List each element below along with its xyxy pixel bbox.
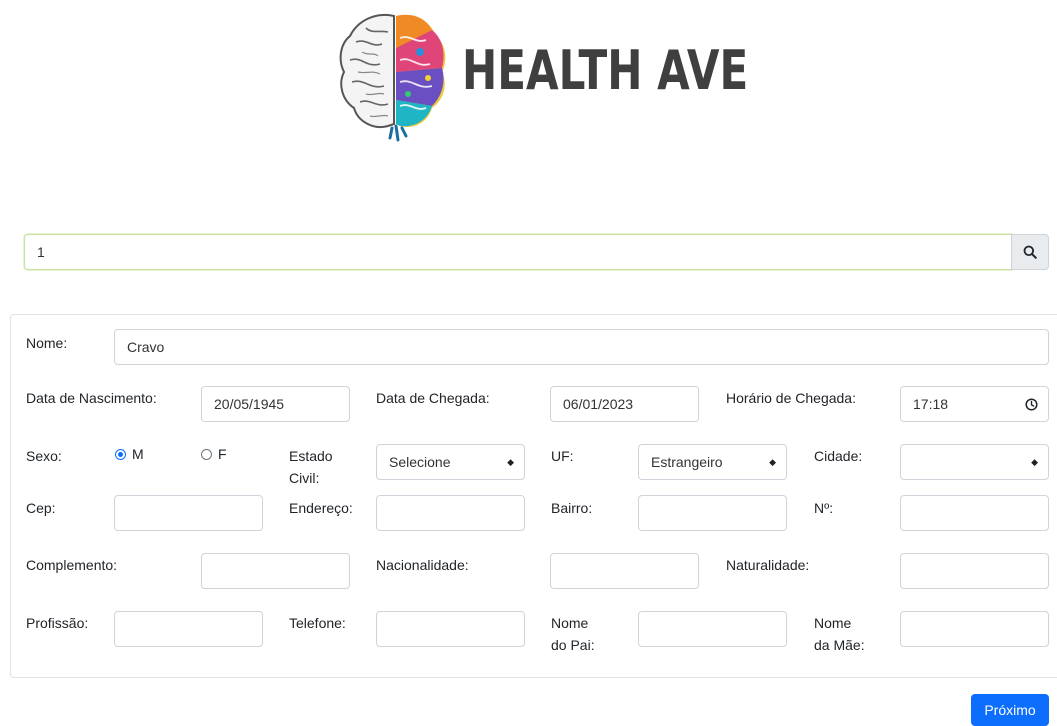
select-caret-icon: ◆ bbox=[1031, 456, 1038, 467]
horario-chegada-value: 17:18 bbox=[913, 396, 949, 412]
sexo-option-m-label: M bbox=[132, 446, 144, 462]
nome-pai-label-line2: do Pai: bbox=[551, 637, 595, 653]
nome-pai-label-line1: Nome bbox=[551, 615, 589, 631]
data-chegada-value: 06/01/2023 bbox=[563, 396, 634, 412]
estado-civil-label-line1: Estado bbox=[289, 448, 333, 464]
brand-logo: HEALTH AVE bbox=[336, 8, 749, 148]
cep-field[interactable] bbox=[114, 495, 263, 531]
bairro-label: Bairro: bbox=[551, 500, 593, 516]
select-caret-icon: ◆ bbox=[507, 456, 514, 467]
complemento-field[interactable] bbox=[201, 553, 350, 589]
data-chegada-field[interactable]: 06/01/2023 bbox=[550, 386, 699, 422]
estado-civil-label: Estado Civil: bbox=[289, 445, 333, 489]
data-nascimento-field[interactable]: 20/05/1945 bbox=[201, 386, 350, 422]
sexo-label: Sexo: bbox=[26, 448, 62, 464]
nome-mae-label: Nome da Mãe: bbox=[814, 612, 865, 656]
bairro-field[interactable] bbox=[638, 495, 787, 531]
brain-logo-icon bbox=[339, 14, 446, 142]
search-input[interactable] bbox=[24, 234, 1012, 270]
search-button[interactable] bbox=[1011, 234, 1049, 270]
uf-select[interactable]: Estrangeiro ◆ bbox=[638, 444, 787, 480]
horario-chegada-label: Horário de Chegada: bbox=[726, 390, 856, 406]
data-nascimento-label: Data de Nascimento: bbox=[26, 390, 157, 406]
clock-icon[interactable] bbox=[1025, 397, 1038, 411]
profissao-label: Profissão: bbox=[26, 615, 89, 631]
endereco-label: Endereço: bbox=[289, 500, 353, 516]
sexo-option-f[interactable]: F bbox=[201, 446, 227, 462]
horario-chegada-field[interactable]: 17:18 bbox=[900, 386, 1049, 422]
nome-value: Cravo bbox=[127, 339, 165, 355]
radio-f-icon[interactable] bbox=[201, 448, 212, 460]
data-chegada-label: Data de Chegada: bbox=[376, 390, 490, 406]
nome-mae-label-line2: da Mãe: bbox=[814, 637, 865, 653]
cep-label: Cep: bbox=[26, 500, 56, 516]
estado-civil-select[interactable]: Selecione ◆ bbox=[376, 444, 525, 480]
naturalidade-label: Naturalidade: bbox=[726, 557, 810, 573]
uf-value: Estrangeiro bbox=[651, 454, 723, 470]
telefone-label: Telefone: bbox=[289, 615, 346, 631]
select-caret-icon: ◆ bbox=[769, 456, 776, 467]
nacionalidade-label: Nacionalidade: bbox=[376, 557, 469, 573]
nome-mae-label-line1: Nome bbox=[814, 615, 852, 631]
numero-field[interactable] bbox=[900, 495, 1049, 531]
brand-name: HEALTH AVE bbox=[462, 39, 749, 102]
search-icon bbox=[1023, 245, 1037, 259]
nome-label: Nome: bbox=[26, 335, 68, 351]
cidade-label: Cidade: bbox=[814, 448, 863, 464]
numero-label: Nº: bbox=[814, 500, 834, 516]
nome-mae-field[interactable] bbox=[900, 611, 1049, 647]
radio-m-icon[interactable] bbox=[115, 448, 126, 460]
cidade-select[interactable]: ◆ bbox=[900, 444, 1049, 480]
sexo-option-m[interactable]: M bbox=[115, 446, 144, 462]
telefone-field[interactable] bbox=[376, 611, 525, 647]
naturalidade-field[interactable] bbox=[900, 553, 1049, 589]
estado-civil-value: Selecione bbox=[389, 454, 451, 470]
uf-label: UF: bbox=[551, 448, 574, 464]
complemento-label: Complemento: bbox=[26, 557, 118, 573]
nome-pai-field[interactable] bbox=[638, 611, 787, 647]
next-button[interactable]: Próximo bbox=[971, 694, 1049, 726]
nome-pai-label: Nome do Pai: bbox=[551, 612, 595, 656]
data-nascimento-value: 20/05/1945 bbox=[214, 396, 285, 412]
nome-field[interactable]: Cravo bbox=[114, 329, 1049, 365]
profissao-field[interactable] bbox=[114, 611, 263, 647]
nacionalidade-field[interactable] bbox=[550, 553, 699, 589]
estado-civil-label-line2: Civil: bbox=[289, 470, 320, 486]
sexo-option-f-label: F bbox=[218, 446, 227, 462]
endereco-field[interactable] bbox=[376, 495, 525, 531]
patient-form-card: Nome: Cravo Data de Nascimento: 20/05/19… bbox=[10, 314, 1057, 678]
